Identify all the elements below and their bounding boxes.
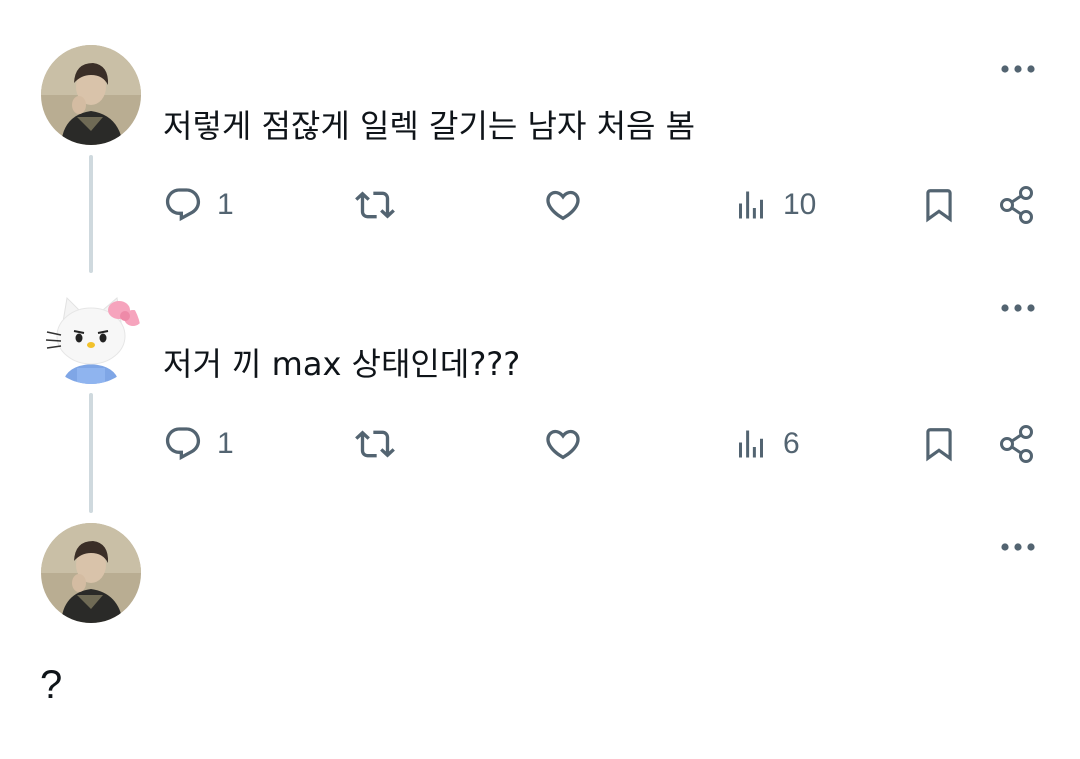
- man-portrait-avatar[interactable]: [41, 45, 141, 145]
- reply-button[interactable]: 1: [163, 185, 234, 225]
- heart-icon: [546, 190, 580, 221]
- reply-count: 1: [217, 427, 234, 460]
- reply-count: 1: [217, 188, 234, 221]
- more-options-button[interactable]: [998, 298, 1038, 318]
- views-button[interactable]: 6: [733, 424, 800, 464]
- views-count: 6: [783, 427, 800, 460]
- retweet-icon: [355, 430, 395, 458]
- reply-button[interactable]: 1: [163, 424, 234, 464]
- retweet-icon: [355, 191, 395, 219]
- heart-icon: [546, 429, 580, 460]
- more-options-button[interactable]: [998, 537, 1038, 557]
- tweet-text: 저거 끼 max 상태인데???: [163, 345, 521, 383]
- views-bar-icon: [739, 191, 763, 219]
- like-button[interactable]: [542, 185, 598, 225]
- share-button[interactable]: [998, 424, 1036, 464]
- more-options-button[interactable]: [998, 59, 1038, 79]
- thread-connector: [89, 155, 93, 273]
- bookmark-button[interactable]: [920, 423, 958, 465]
- bookmark-icon: [926, 428, 952, 462]
- hello-kitty-avatar[interactable]: [41, 284, 141, 384]
- reply-bubble-icon: [165, 188, 201, 222]
- retweet-button[interactable]: [352, 185, 412, 225]
- bookmark-button[interactable]: [920, 184, 958, 226]
- share-icon: [1000, 425, 1033, 463]
- views-bar-icon: [739, 430, 763, 458]
- reply-thread: 저렇게 점잖게 일렉 갈기는 남자 처음 봄 1 10 저거 끼 max 상태인…: [0, 0, 1080, 759]
- share-icon: [1000, 186, 1033, 224]
- tweet-text: ?: [40, 663, 63, 707]
- man-portrait-avatar[interactable]: [41, 523, 141, 623]
- views-count: 10: [783, 188, 817, 221]
- bookmark-icon: [926, 189, 952, 223]
- more-dots-icon: [1001, 304, 1035, 312]
- reply-bubble-icon: [165, 427, 201, 461]
- like-button[interactable]: [542, 424, 598, 464]
- share-button[interactable]: [998, 185, 1036, 225]
- thread-connector: [89, 393, 93, 513]
- retweet-button[interactable]: [352, 424, 412, 464]
- tweet-text: 저렇게 점잖게 일렉 갈기는 남자 처음 봄: [163, 107, 696, 145]
- views-button[interactable]: 10: [733, 185, 816, 225]
- more-dots-icon: [1001, 65, 1035, 73]
- more-dots-icon: [1001, 543, 1035, 551]
